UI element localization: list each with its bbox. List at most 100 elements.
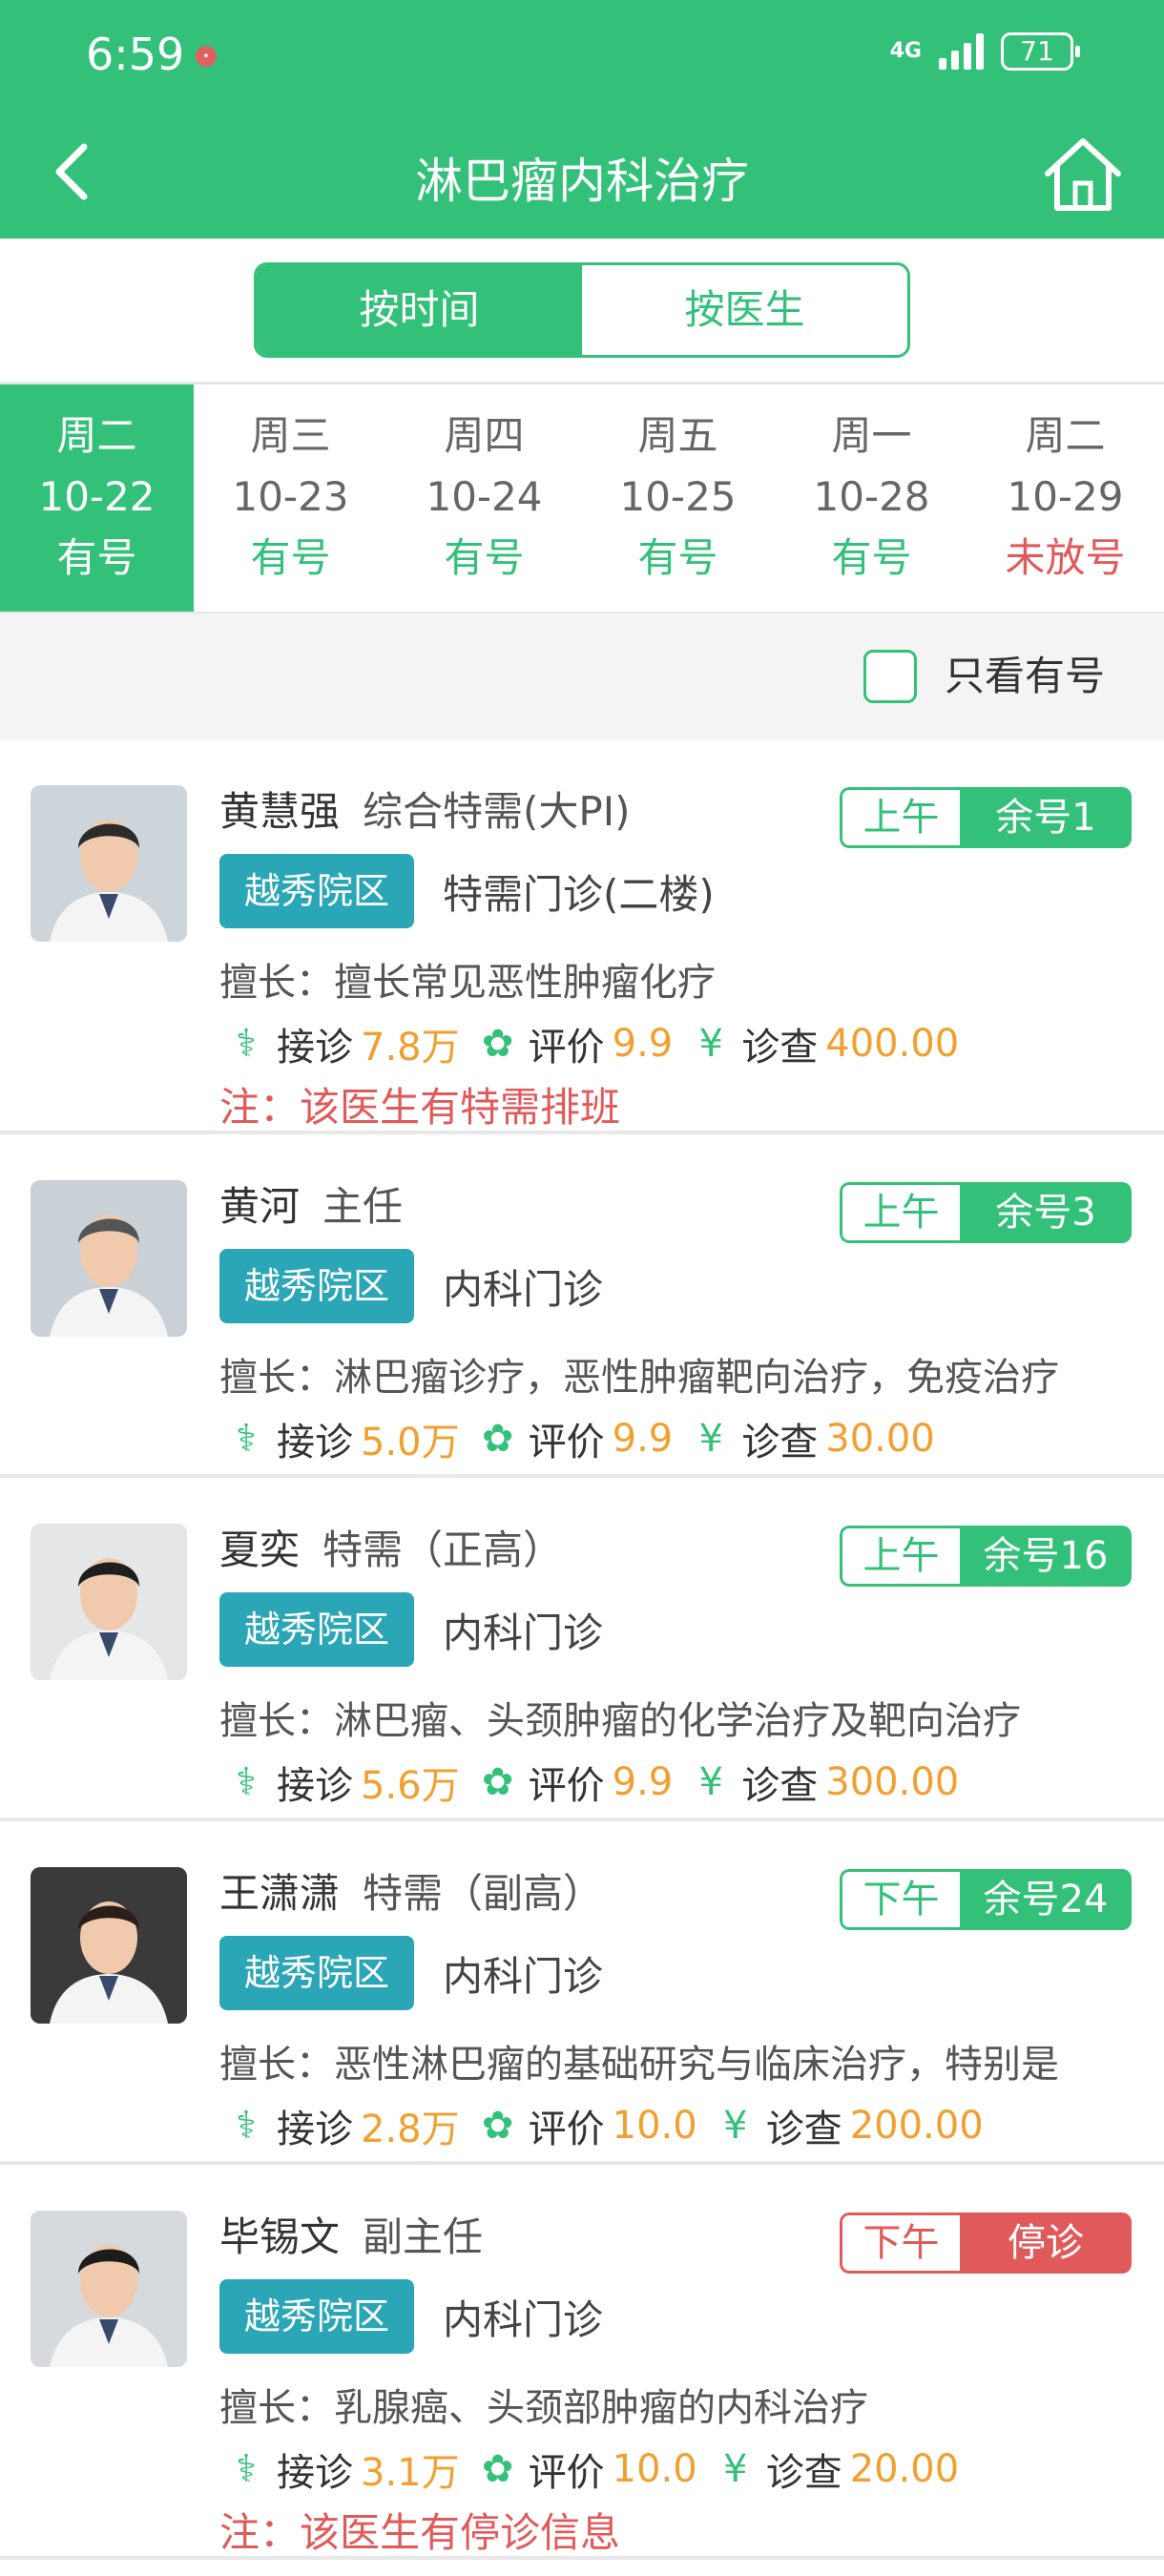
doctor-name: 夏奕: [219, 1527, 301, 1573]
yen-icon: ¥: [698, 1760, 723, 1804]
doctor-name: 黄河: [219, 1183, 301, 1230]
avatar: [31, 2211, 187, 2367]
clinic-name: 内科门诊: [443, 1609, 604, 1656]
fee-label: 诊查: [765, 2451, 842, 2495]
date-status: 有号: [637, 534, 718, 581]
slot-badge[interactable]: 下午 停诊: [840, 2212, 1132, 2274]
visits-value: 2.8万: [361, 2108, 460, 2151]
doctor-title: 特需（正高）: [322, 1527, 564, 1573]
fee-label: 诊查: [741, 1421, 819, 1465]
doctor-stats: ⚕ 接诊 7.8万 ✿ 评价 9.9 ¥ 诊查 400.00: [227, 1016, 978, 1071]
fee-value: 400.00: [825, 1022, 960, 1066]
date-tab[interactable]: 周二 10-22 有号: [0, 384, 194, 612]
stethoscope-icon: ⚕: [236, 2104, 257, 2148]
rating-label: 评价: [528, 2451, 605, 2495]
page-title: 淋巴瘤内科治疗: [415, 154, 749, 209]
filter-bar: 只看有号: [0, 613, 1164, 739]
tab-by-doctor[interactable]: 按医生: [582, 265, 907, 355]
battery-icon: 71: [1001, 32, 1080, 71]
fee-label: 诊查: [741, 1026, 819, 1070]
doctor-photo: [31, 1180, 187, 1337]
avatar: [31, 1180, 187, 1337]
visits-label: 接诊: [277, 1764, 353, 1808]
slot-period: 上午: [840, 1526, 960, 1587]
slot-badge[interactable]: 上午 余号1: [840, 787, 1132, 848]
view-toggle-bar: 按时间 按医生: [0, 239, 1164, 384]
clinic-name: 内科门诊: [443, 2296, 604, 2343]
doctor-header: 黄河 主任: [219, 1174, 403, 1233]
slot-badge[interactable]: 上午 余号16: [840, 1526, 1132, 1587]
date-weekday: 周三: [250, 412, 331, 459]
date-value: 10-25: [619, 473, 737, 520]
campus-badge: 越秀院区: [219, 1592, 415, 1667]
date-value: 10-23: [232, 473, 349, 520]
date-value: 10-28: [813, 473, 930, 520]
date-status: 有号: [56, 534, 137, 581]
rating-value: 10.0: [612, 2104, 697, 2148]
campus-line: 越秀院区 内科门诊: [219, 1249, 603, 1323]
doctor-photo: [31, 1524, 187, 1680]
home-icon[interactable]: [1040, 132, 1126, 218]
date-tab[interactable]: 周一 10-28 有号: [775, 384, 968, 612]
rating-value: 9.9: [612, 1022, 674, 1066]
date-status: 有号: [831, 534, 912, 581]
visits-value: 7.8万: [361, 1026, 460, 1070]
doctor-title: 副主任: [363, 2213, 484, 2260]
clinic-name: 特需门诊(二楼): [443, 870, 715, 918]
slot-remaining: 余号1: [960, 787, 1132, 848]
fee-value: 300.00: [825, 1760, 960, 1804]
avatar: [31, 1867, 187, 2024]
yen-icon: ¥: [698, 1022, 723, 1066]
nav-bar: 淋巴瘤内科治疗: [0, 114, 1164, 239]
doctor-stats: ⚕ 接诊 3.1万 ✿ 评价 10.0 ¥ 诊查 20.00: [227, 2441, 978, 2497]
slot-period: 下午: [840, 1869, 960, 1930]
doctor-card[interactable]: 夏奕 特需（正高） 上午 余号16 越秀院区 内科门诊 擅长：淋巴瘤、头颈肿瘤的化学治疗及靶…: [0, 1478, 1164, 1821]
status-time: 6:59: [86, 29, 185, 80]
doctor-stats: ⚕ 接诊 2.8万 ✿ 评价 10.0 ¥ 诊查 200.00: [227, 2098, 1003, 2153]
doctor-photo: [31, 2211, 187, 2367]
doctor-card[interactable]: 王潇潇 特需（副高） 下午 余号24 越秀院区 内科门诊 擅长：恶性淋巴瘤的基础研究与临床治…: [0, 1821, 1164, 2165]
badge-icon: ✿: [481, 1022, 514, 1066]
doctor-stats: ⚕ 接诊 5.6万 ✿ 评价 9.9 ¥ 诊查 300.00: [227, 1755, 978, 1810]
doctor-note: 注：该医生有停诊信息: [219, 2509, 621, 2556]
stethoscope-icon: ⚕: [236, 1417, 257, 1461]
fee-label: 诊查: [741, 1764, 819, 1808]
doctor-card[interactable]: 黄河 主任 上午 余号3 越秀院区 内科门诊 擅长：淋巴瘤诊疗，恶性肿瘤靶向治疗，免疫治疗 ⚕…: [0, 1134, 1164, 1478]
campus-badge: 越秀院区: [219, 2279, 415, 2354]
notification-dot-icon: •: [196, 46, 217, 67]
slot-badge[interactable]: 下午 余号24: [840, 1869, 1132, 1930]
date-tab[interactable]: 周二 10-29 未放号: [968, 384, 1162, 612]
avatar: [31, 785, 187, 942]
rating-label: 评价: [528, 1026, 605, 1070]
campus-line: 越秀院区 内科门诊: [219, 1936, 603, 2010]
doctor-card[interactable]: 黄慧强 综合特需(大PI) 上午 余号1 越秀院区 特需门诊(二楼) 擅长：擅长常见恶性肿瘤…: [0, 739, 1164, 1134]
date-tab[interactable]: 周四 10-24 有号: [387, 384, 581, 612]
clinic-name: 内科门诊: [443, 1952, 604, 2000]
only-available-checkbox[interactable]: [863, 650, 917, 703]
rating-label: 评价: [528, 1421, 605, 1465]
clinic-name: 内科门诊: [443, 1265, 604, 1313]
doctor-card[interactable]: 毕锡文 副主任 下午 停诊 越秀院区 内科门诊 擅长：乳腺癌、头颈部肿瘤的内科治疗 ⚕ 接诊 3.…: [0, 2165, 1164, 2560]
campus-line: 越秀院区 特需门诊(二楼): [219, 854, 715, 928]
campus-badge: 越秀院区: [219, 854, 415, 928]
doctor-note: 注：该医生有特需排班: [219, 1084, 621, 1131]
avatar: [31, 1524, 187, 1680]
date-value: 10-22: [38, 473, 156, 520]
date-tab[interactable]: 周五 10-25 有号: [581, 384, 775, 612]
fee-value: 200.00: [849, 2104, 984, 2148]
yen-icon: ¥: [698, 1417, 723, 1461]
specialty-text: 擅长：恶性淋巴瘤的基础研究与临床治疗，特别是: [219, 2043, 1059, 2087]
only-available-label[interactable]: 只看有号: [945, 650, 1105, 703]
date-tab[interactable]: 周三 10-23 有号: [194, 384, 387, 612]
stethoscope-icon: ⚕: [236, 1760, 257, 1804]
doctor-photo: [31, 785, 187, 942]
tab-by-time[interactable]: 按时间: [257, 265, 582, 355]
doctor-title: 综合特需(大PI): [363, 788, 631, 835]
date-status: 未放号: [1005, 534, 1126, 581]
doctor-title: 主任: [322, 1183, 404, 1230]
campus-line: 越秀院区 内科门诊: [219, 1592, 603, 1667]
visits-value: 5.0万: [361, 1421, 460, 1465]
date-status: 有号: [444, 534, 525, 581]
slot-badge[interactable]: 上午 余号3: [840, 1182, 1132, 1243]
doctor-title: 特需（副高）: [363, 1870, 604, 1917]
